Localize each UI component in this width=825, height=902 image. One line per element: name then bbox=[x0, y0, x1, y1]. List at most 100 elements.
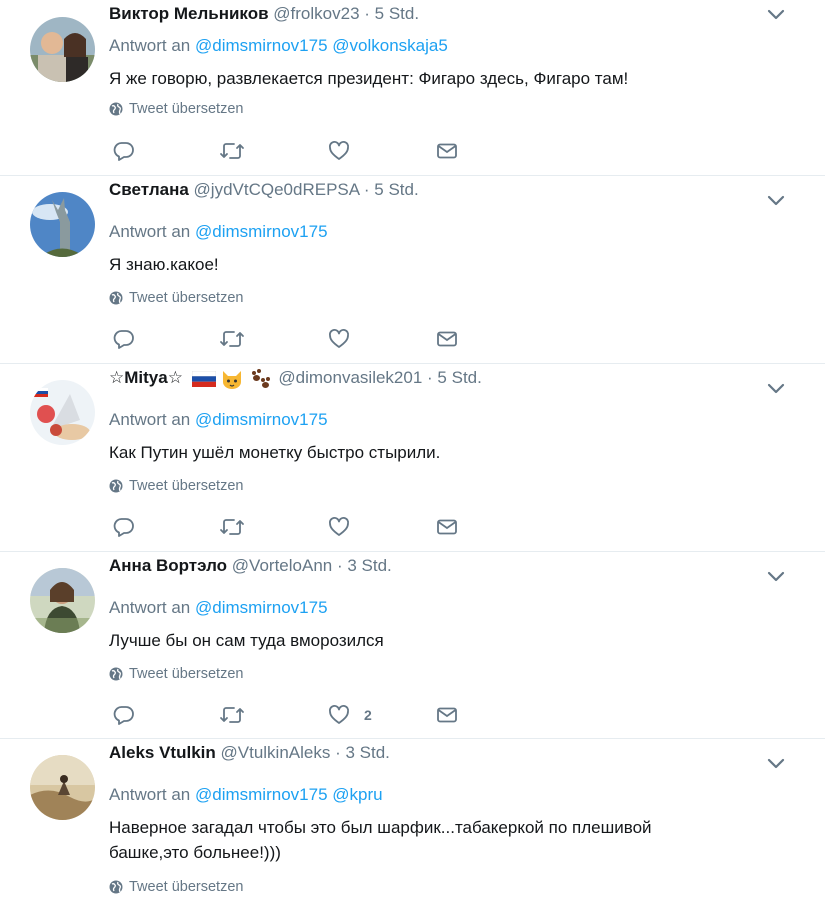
chevron-down-icon[interactable] bbox=[767, 570, 785, 588]
tweet-timestamp[interactable]: 5 Std. bbox=[374, 180, 418, 199]
tweet-header: Светлана @jydVtCQe0dREPSA · 5 Std. bbox=[109, 180, 419, 199]
tweet-item[interactable]: ☆Mitya☆ @dimonvasilek201 · 5 Std. Antwor… bbox=[0, 364, 825, 552]
globe-icon bbox=[109, 102, 123, 116]
tweet-text: Как Путин ушёл монетку быстро стырили. bbox=[109, 443, 441, 462]
globe-icon bbox=[109, 667, 123, 681]
tweet-header: Aleks Vtulkin @VtulkinAleks · 3 Std. bbox=[109, 743, 390, 762]
reply-context: Antwort an @dimsmirnov175 bbox=[109, 598, 328, 617]
chevron-down-icon[interactable] bbox=[767, 8, 785, 26]
direct-message-button[interactable] bbox=[436, 328, 458, 350]
retweet-button[interactable] bbox=[219, 516, 245, 538]
tweet-header: Анна Вортэло @VorteloAnn · 3 Std. bbox=[109, 556, 392, 575]
direct-message-button[interactable] bbox=[436, 516, 458, 538]
user-handle[interactable]: @VtulkinAleks bbox=[221, 743, 331, 762]
retweet-icon bbox=[220, 519, 244, 535]
globe-icon bbox=[109, 479, 123, 493]
envelope-icon bbox=[437, 707, 457, 723]
translate-tweet-link[interactable]: Tweet übersetzen bbox=[109, 290, 243, 306]
mention-link[interactable]: @volkonskaja5 bbox=[332, 36, 448, 55]
mention-link[interactable]: @kpru bbox=[332, 785, 382, 804]
tweet-text: Лучше бы он сам туда вморозился bbox=[109, 631, 384, 650]
mention-link[interactable]: @dimsmirnov175 bbox=[195, 410, 328, 429]
heart-icon bbox=[329, 141, 349, 160]
retweet-icon bbox=[220, 707, 244, 723]
user-handle[interactable]: @frolkov23 bbox=[273, 4, 359, 23]
reply-icon bbox=[113, 142, 134, 161]
chevron-down-icon[interactable] bbox=[767, 382, 785, 400]
tweet-item[interactable]: Анна Вортэло @VorteloAnn · 3 Std. Antwor… bbox=[0, 552, 825, 739]
envelope-icon bbox=[437, 519, 457, 535]
tweet-timestamp[interactable]: 3 Std. bbox=[345, 743, 389, 762]
retweet-button[interactable] bbox=[219, 704, 245, 726]
translate-tweet-link[interactable]: Tweet übersetzen bbox=[109, 478, 243, 494]
tweet-timestamp[interactable]: 5 Std. bbox=[437, 368, 481, 387]
tweet-header: Виктор Мельников @frolkov23 · 5 Std. bbox=[109, 4, 420, 23]
russian-flag-icon bbox=[191, 370, 216, 387]
direct-message-button[interactable] bbox=[436, 704, 458, 726]
retweet-button[interactable] bbox=[219, 140, 245, 162]
reply-context: Antwort an @dimsmirnov175 bbox=[109, 222, 328, 241]
tweet-actions bbox=[109, 516, 457, 540]
translate-tweet-link[interactable]: Tweet übersetzen bbox=[109, 666, 243, 682]
avatar[interactable] bbox=[30, 17, 95, 82]
user-fullname[interactable]: Анна Вортэло bbox=[109, 556, 227, 575]
user-handle[interactable]: @jydVtCQe0dREPSA bbox=[194, 180, 360, 199]
translate-tweet-link[interactable]: Tweet übersetzen bbox=[109, 101, 243, 117]
globe-icon bbox=[109, 291, 123, 305]
avatar[interactable] bbox=[30, 192, 95, 257]
like-button[interactable]: 2 bbox=[328, 704, 372, 726]
user-fullname[interactable]: Aleks Vtulkin bbox=[109, 743, 216, 762]
reply-context: Antwort an @dimsmirnov175 @kpru bbox=[109, 785, 383, 804]
reply-icon bbox=[113, 706, 134, 725]
reply-icon bbox=[113, 518, 134, 537]
reply-button[interactable] bbox=[113, 140, 135, 162]
user-handle[interactable]: @VorteloAnn bbox=[232, 556, 332, 575]
retweet-icon bbox=[220, 331, 244, 347]
avatar[interactable] bbox=[30, 755, 95, 820]
like-button[interactable] bbox=[328, 328, 356, 350]
tweet-actions bbox=[109, 140, 457, 164]
reply-context: Antwort an @dimsmirnov175 bbox=[109, 410, 328, 429]
name-emojis bbox=[191, 368, 272, 390]
like-button[interactable] bbox=[328, 140, 356, 162]
reply-button[interactable] bbox=[113, 516, 135, 538]
tweet-text: Я же говорю, развлекается президент: Фиг… bbox=[109, 69, 629, 88]
paw-prints-icon bbox=[251, 368, 270, 388]
avatar[interactable] bbox=[30, 568, 95, 633]
tweet-header: ☆Mitya☆ @dimonvasilek201 · 5 Std. bbox=[109, 367, 482, 390]
heart-icon bbox=[329, 705, 349, 724]
reply-icon bbox=[113, 330, 134, 349]
mention-link[interactable]: @dimsmirnov175 bbox=[195, 36, 328, 55]
tweet-actions: 2 bbox=[109, 704, 457, 728]
cat-face-icon bbox=[222, 370, 241, 389]
tweet-item[interactable]: Светлана @jydVtCQe0dREPSA · 5 Std. Antwo… bbox=[0, 176, 825, 364]
tweet-item[interactable]: Виктор Мельников @frolkov23 · 5 Std. Ant… bbox=[0, 0, 825, 176]
translate-tweet-link[interactable]: Tweet übersetzen bbox=[109, 879, 243, 895]
heart-icon bbox=[329, 329, 349, 348]
user-handle[interactable]: @dimonvasilek201 bbox=[278, 368, 422, 387]
mention-link[interactable]: @dimsmirnov175 bbox=[195, 222, 328, 241]
envelope-icon bbox=[437, 143, 457, 159]
reply-button[interactable] bbox=[113, 704, 135, 726]
tweet-actions bbox=[109, 328, 457, 352]
user-fullname[interactable]: Виктор Мельников bbox=[109, 4, 269, 23]
retweet-icon bbox=[220, 143, 244, 159]
reply-button[interactable] bbox=[113, 328, 135, 350]
like-count: 2 bbox=[364, 707, 372, 723]
tweet-timestamp[interactable]: 5 Std. bbox=[375, 4, 419, 23]
tweet-timestamp[interactable]: 3 Std. bbox=[347, 556, 391, 575]
user-fullname[interactable]: ☆Mitya☆ bbox=[109, 368, 183, 387]
avatar[interactable] bbox=[30, 380, 95, 445]
chevron-down-icon[interactable] bbox=[767, 194, 785, 212]
tweet-text: Наверное загадал чтобы это был шарфик...… bbox=[109, 818, 652, 862]
mention-link[interactable]: @dimsmirnov175 bbox=[195, 785, 328, 804]
direct-message-button[interactable] bbox=[436, 140, 458, 162]
mention-link[interactable]: @dimsmirnov175 bbox=[195, 598, 328, 617]
heart-icon bbox=[329, 517, 349, 536]
like-button[interactable] bbox=[328, 516, 356, 538]
tweet-item[interactable]: Aleks Vtulkin @VtulkinAleks · 3 Std. Ant… bbox=[0, 739, 825, 902]
retweet-button[interactable] bbox=[219, 328, 245, 350]
tweet-text: Я знаю.какое! bbox=[109, 255, 219, 274]
chevron-down-icon[interactable] bbox=[767, 757, 785, 775]
user-fullname[interactable]: Светлана bbox=[109, 180, 189, 199]
